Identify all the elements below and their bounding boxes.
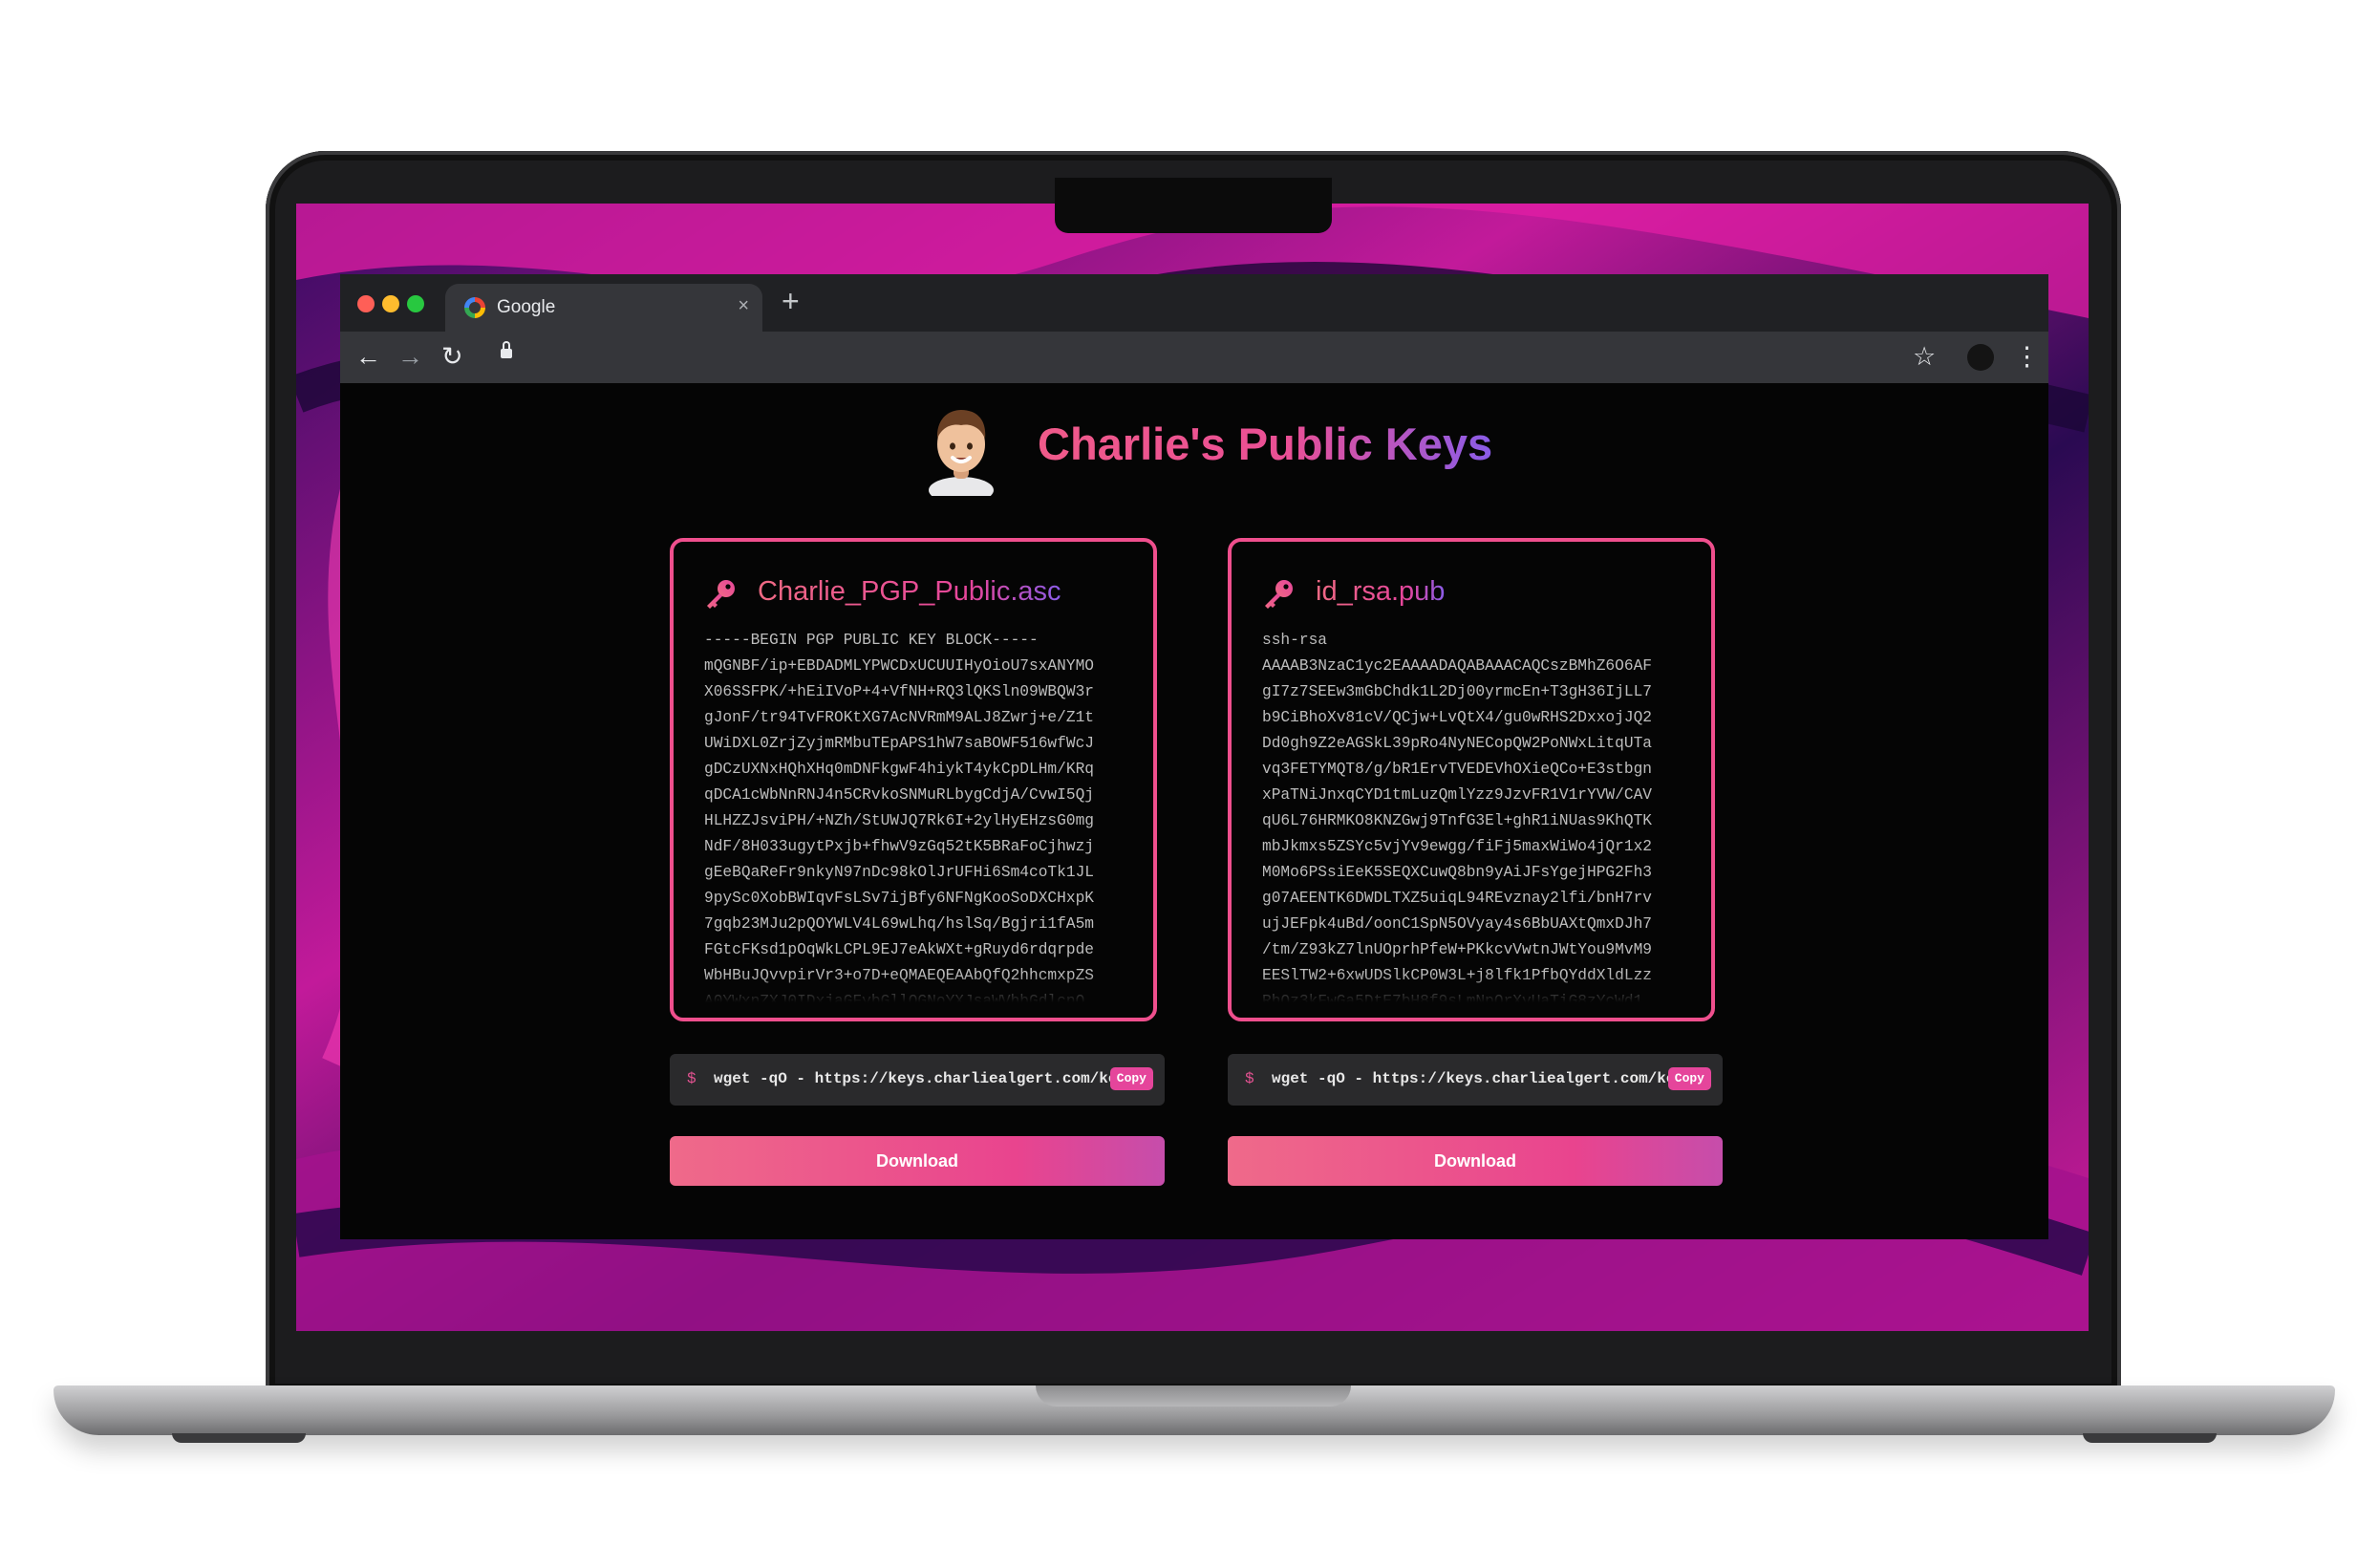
key-content[interactable]: -----BEGIN PGP PUBLIC KEY BLOCK----- mQG… <box>704 628 1128 1002</box>
maximize-window-button[interactable] <box>407 295 424 312</box>
download-pgp-button[interactable]: Download <box>670 1136 1165 1186</box>
download-rsa-button[interactable]: Download <box>1228 1136 1723 1186</box>
close-icon[interactable]: × <box>738 295 749 317</box>
page-content: Charlie's Public Keys Charlie_PGP_Public… <box>340 383 2048 1239</box>
reload-icon[interactable]: ↻ <box>441 341 463 372</box>
key-card-rsa: id_rsa.pub ssh-rsa AAAAB3NzaC1yc2EAAAADA… <box>1228 538 1715 1021</box>
forward-arrow-icon[interactable]: → <box>397 341 423 372</box>
new-tab-button[interactable]: + <box>782 284 800 318</box>
command-text[interactable]: wget -qO - https://keys.charliealgert.co… <box>1272 1070 1719 1087</box>
card-title: id_rsa.pub <box>1316 576 1446 607</box>
tab-google[interactable]: Google × <box>445 284 762 332</box>
prompt-symbol: $ <box>687 1070 697 1087</box>
browser-window: Google × + ← → ↻ ☆ ⋮ Charlie's Public Ke… <box>340 274 2048 1239</box>
laptop-opening-notch <box>1036 1385 1351 1407</box>
browser-toolbar: ← → ↻ ☆ ⋮ <box>340 332 2048 383</box>
prompt-symbol: $ <box>1245 1070 1254 1087</box>
key-icon <box>1265 580 1293 609</box>
profile-avatar[interactable] <box>1967 344 1994 371</box>
key-content[interactable]: ssh-rsa AAAAB3NzaC1yc2EAAAADAQABAAACAQCs… <box>1262 628 1686 1002</box>
back-arrow-icon[interactable]: ← <box>355 341 381 372</box>
close-window-button[interactable] <box>357 295 375 312</box>
memoji-avatar <box>929 410 994 496</box>
menu-icon[interactable]: ⋮ <box>2014 341 2040 372</box>
camera-notch <box>1055 178 1332 233</box>
laptop-foot <box>2083 1433 2217 1443</box>
copy-button[interactable]: Copy <box>1109 1067 1153 1090</box>
key-card-pgp: Charlie_PGP_Public.asc -----BEGIN PGP PU… <box>670 538 1157 1021</box>
card-title: Charlie_PGP_Public.asc <box>758 576 1061 607</box>
command-text[interactable]: wget -qO - https://keys.charliealgert.co… <box>714 1070 1161 1087</box>
laptop-foot <box>172 1433 306 1443</box>
tab-title: Google <box>497 297 556 317</box>
copy-button[interactable]: Copy <box>1667 1067 1711 1090</box>
key-icon <box>707 580 735 609</box>
tab-strip: Google × + <box>340 274 2048 332</box>
wget-command-rsa[interactable]: $ wget -qO - https://keys.charliealgert.… <box>1228 1054 1723 1106</box>
page-title: Charlie's Public Keys <box>1038 419 1493 469</box>
star-icon[interactable]: ☆ <box>1913 341 1936 372</box>
minimize-window-button[interactable] <box>382 295 399 312</box>
lock-icon <box>501 341 512 358</box>
google-icon <box>464 297 485 318</box>
wget-command-pgp[interactable]: $ wget -qO - https://keys.charliealgert.… <box>670 1054 1165 1106</box>
